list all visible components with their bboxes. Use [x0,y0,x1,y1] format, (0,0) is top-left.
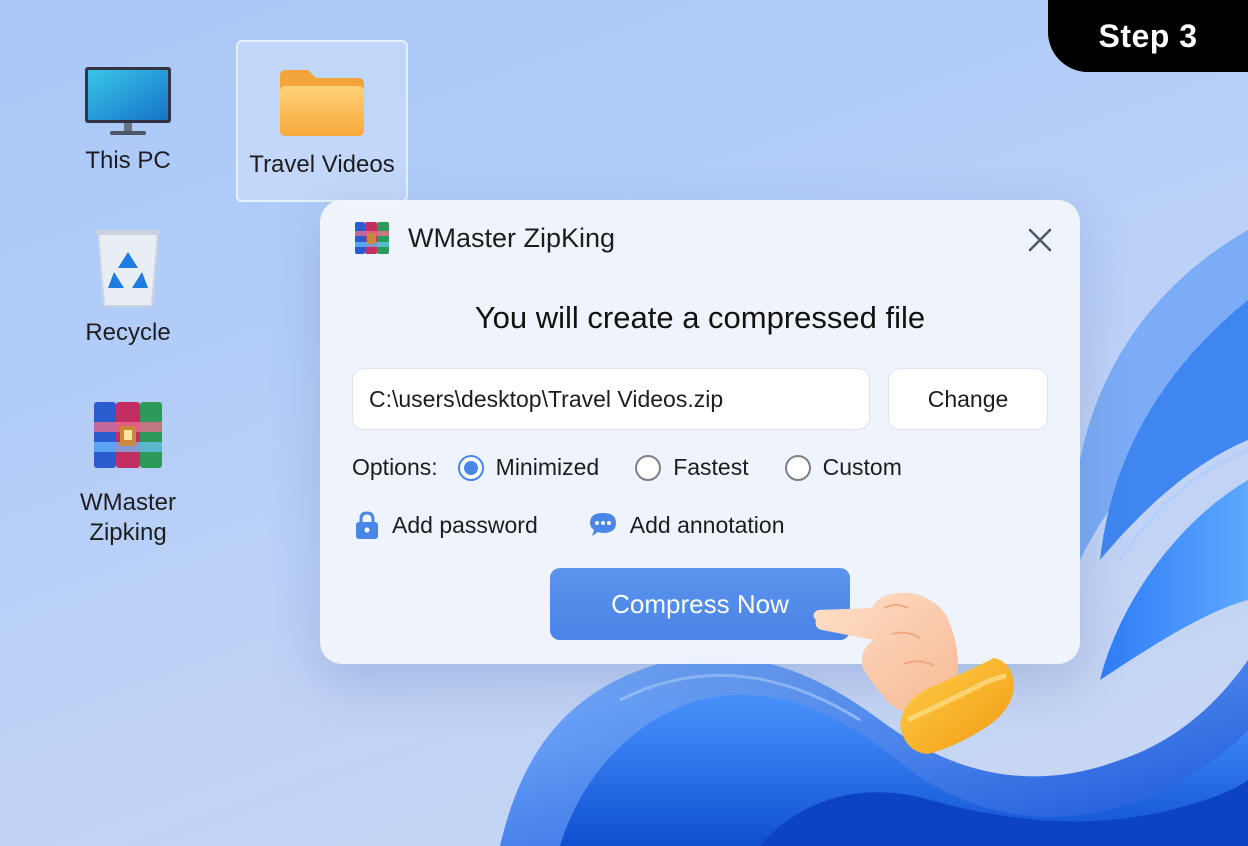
radio-fastest[interactable] [635,454,662,481]
desktop-icon-label: Recycle [85,319,171,346]
recycle-bin-icon [96,230,160,307]
option-custom[interactable]: Custom [784,454,902,481]
folder-icon [280,70,364,136]
change-button[interactable]: Change [888,368,1048,430]
app-logo-icon [355,222,389,254]
desktop-icon-this-pc[interactable]: This PC [60,62,196,176]
option-fastest[interactable]: Fastest [635,454,749,481]
add-password-label: Add password [392,511,538,538]
lock-icon [356,511,378,539]
step-badge: Step 3 [1048,0,1248,72]
option-fastest-label: Fastest [673,454,749,480]
dialog-headline: You will create a compressed file [474,300,926,335]
output-path-field[interactable]: C:\users\desktop\Travel Videos.zip [352,368,870,430]
desktop-icon-label-line2: Zipking [89,519,167,546]
desktop-icon-label: Travel Videos [249,151,395,178]
radio-minimized[interactable] [457,454,484,481]
desktop-icon-travel-videos[interactable]: Travel Videos [236,40,408,202]
monitor-icon [85,67,171,135]
radio-custom[interactable] [784,454,811,481]
pointing-hand-icon [813,592,1014,754]
desktop-icon-recycle[interactable]: Recycle [60,224,196,348]
option-minimized-label: Minimized [495,454,600,480]
add-password-button[interactable]: Add password [354,510,538,540]
dialog-title-bar: WMaster ZipKing [354,220,615,256]
option-custom-label: Custom [822,454,902,480]
add-annotation-label: Add annotation [629,511,785,538]
option-minimized[interactable]: Minimized [457,454,600,481]
chat-bubble-icon [589,513,616,536]
extra-actions: Add password Add annotation [354,510,785,540]
close-icon[interactable] [1022,222,1058,258]
dialog-app-title: WMaster ZipKing [408,222,616,253]
compression-options: Options: Minimized Fastest Custom [352,454,938,481]
compress-now-button[interactable]: Compress Now [550,568,850,640]
add-annotation-button[interactable]: Add annotation [588,511,785,539]
desktop-icon-wmaster-zipking[interactable]: WMaster Zipking [60,398,196,548]
desktop-icon-label-line1: WMaster [80,489,176,516]
options-label: Options: [352,454,438,480]
archive-books-icon [94,402,162,468]
desktop-icon-label: This PC [85,147,171,174]
